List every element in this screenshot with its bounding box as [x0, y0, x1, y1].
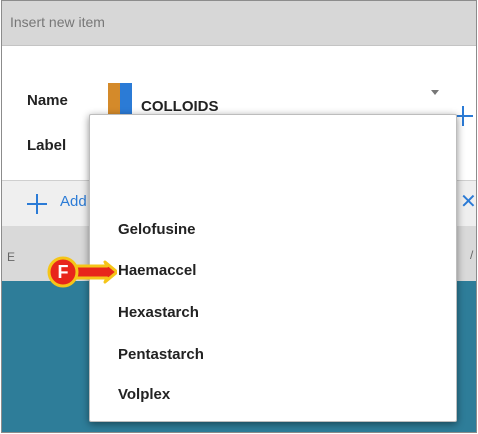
header-cell-right: /: [470, 248, 474, 262]
callout-marker-letter: F: [58, 262, 69, 282]
name-dropdown-list: Gelofusine Haemaccel Hexastarch Pentasta…: [89, 114, 457, 422]
header-cell-left: E: [7, 250, 16, 264]
swatch-blue: [120, 83, 132, 117]
name-select-value[interactable]: COLLOIDS: [141, 98, 219, 115]
dropdown-item-gelofusine[interactable]: Gelofusine: [118, 221, 196, 238]
plus-icon[interactable]: [27, 194, 47, 214]
swatch-orange: [108, 83, 120, 117]
dropdown-item-hexastarch[interactable]: Hexastarch: [118, 304, 199, 321]
label-label: Label: [27, 137, 67, 154]
dropdown-item-haemaccel[interactable]: Haemaccel: [118, 262, 196, 279]
color-swatch: [108, 83, 132, 117]
chevron-down-icon[interactable]: [431, 90, 439, 95]
close-icon[interactable]: ✕: [460, 192, 477, 212]
callout-marker-icon: F: [47, 256, 117, 288]
dialog-title-bar: Insert new item: [2, 1, 476, 46]
dropdown-item-volplex[interactable]: Volplex: [118, 386, 170, 403]
dialog-title: Insert new item: [10, 14, 105, 30]
add-button[interactable]: Add: [60, 193, 87, 210]
name-label: Name: [27, 92, 68, 109]
dropdown-item-pentastarch[interactable]: Pentastarch: [118, 346, 204, 363]
